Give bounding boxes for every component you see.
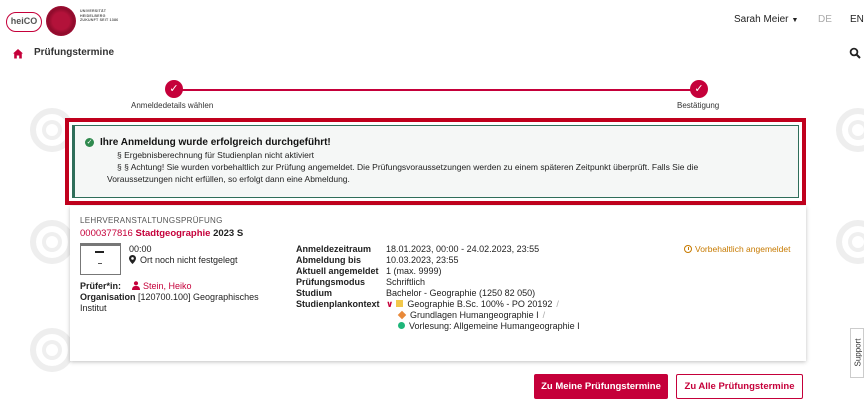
success-line-3: Voraussetzungen nicht erfüllen, so erfol…	[107, 174, 350, 184]
clock-icon	[684, 245, 692, 253]
organisation-value: [120700.100] Geographisches Institut	[80, 292, 259, 313]
detail-value: Bachelor - Geographie (1250 82 050)	[386, 288, 536, 298]
success-title: ✓ Ihre Anmeldung wurde erfolgreich durch…	[85, 137, 788, 148]
exam-number[interactable]: 0000377816	[80, 228, 133, 239]
exam-semester: 2023 S	[213, 228, 244, 239]
background-decoration	[836, 108, 864, 152]
university-wordmark: UNIVERSITÄT HEIDELBERG ZUKUNFT SEIT 1386	[80, 9, 119, 23]
detail-value: 10.03.2023, 23:55	[386, 255, 459, 265]
search-icon[interactable]	[849, 47, 861, 59]
calendar-dash	[95, 251, 104, 253]
my-exams-button[interactable]: Zu Meine Prüfungstermine	[534, 374, 668, 399]
context-separator: /	[556, 299, 559, 309]
exam-type: LEHRVERANSTALTUNGSPRÜFUNG	[80, 216, 223, 225]
examiner-link[interactable]: Stein, Heiko	[132, 281, 192, 291]
person-icon	[132, 281, 140, 290]
exam-time: 00:00	[129, 244, 152, 254]
context-item: Vorlesung: Allgemeine Humangeographie I	[398, 321, 580, 331]
all-exams-button[interactable]: Zu Alle Prüfungstermine	[676, 374, 803, 399]
exam-location: Ort noch nicht festgelegt	[129, 255, 238, 265]
exam-title: 0000377816 Stadtgeographie 2023 S	[80, 228, 243, 239]
support-tab[interactable]: Support	[850, 328, 864, 378]
language-de-link[interactable]: DE	[818, 14, 832, 25]
university-seal-logo[interactable]	[46, 6, 76, 36]
success-line-1: § Ergebnisberechnung für Studienplan nic…	[117, 150, 315, 160]
exam-location-text: Ort noch nicht festgelegt	[140, 255, 238, 265]
home-icon[interactable]	[12, 48, 24, 60]
detail-value: Schriftlich	[386, 277, 426, 287]
heico-logo[interactable]: heiCO	[6, 12, 42, 32]
step-2-check-icon: ✓	[690, 80, 708, 98]
detail-label: Studienplankontext	[296, 299, 380, 309]
check-circle-icon: ✓	[85, 138, 94, 147]
stepper-progress-line	[175, 89, 700, 91]
detail-label: Prüfungsmodus	[296, 277, 365, 287]
context-text: Geographie B.Sc. 100% - PO 20192	[407, 299, 553, 309]
background-decoration	[30, 220, 74, 264]
examiner-name: Stein, Heiko	[143, 281, 192, 291]
language-en-link[interactable]: EN	[850, 14, 864, 25]
detail-value: 1 (max. 9999)	[386, 266, 442, 276]
step-1-check-icon: ✓	[165, 80, 183, 98]
page-title: Prüfungstermine	[34, 47, 115, 58]
success-alert: ✓ Ihre Anmeldung wurde erfolgreich durch…	[72, 125, 799, 198]
sub-navigation: Prüfungstermine	[0, 44, 864, 64]
context-item: Grundlagen Humangeographie I /	[397, 310, 546, 320]
exam-card: LEHRVERANSTALTUNGSPRÜFUNG 0000377816 Sta…	[70, 206, 806, 361]
calendar-dash	[98, 263, 102, 264]
user-name: Sarah Meier	[734, 14, 789, 25]
chevron-down-icon[interactable]: ∨	[386, 299, 393, 309]
orange-diamond-icon	[397, 310, 407, 320]
context-text: Grundlagen Humangeographie I	[410, 310, 539, 320]
user-menu[interactable]: Sarah Meier ▼	[734, 14, 798, 25]
green-dot-icon	[398, 322, 405, 329]
context-item[interactable]: ∨ Geographie B.Sc. 100% - PO 20192/	[386, 299, 559, 310]
caret-down-icon: ▼	[791, 17, 799, 24]
detail-value: 18.01.2023, 00:00 - 24.02.2023, 23:55	[386, 244, 540, 254]
yellow-square-icon	[396, 300, 404, 307]
heico-logo-text: heiCO	[10, 16, 38, 26]
success-title-text: Ihre Anmeldung wurde erfolgreich durchge…	[100, 137, 331, 148]
detail-label: Aktuell angemeldet	[296, 266, 379, 276]
support-label: Support	[853, 338, 863, 367]
detail-label: Studium	[296, 288, 332, 298]
top-bar: heiCO UNIVERSITÄT HEIDELBERG ZUKUNFT SEI…	[0, 0, 864, 44]
calendar-date-icon	[80, 243, 121, 275]
success-highlight-frame: ✓ Ihre Anmeldung wurde erfolgreich durch…	[65, 118, 806, 205]
exam-name-link[interactable]: Stadtgeographie	[135, 228, 210, 239]
status-badge: Vorbehaltlich angemeldet	[684, 244, 790, 254]
step-1-label: Anmeldedetails wählen	[131, 101, 214, 110]
success-line-2: § § Achtung! Sie wurden vorbehaltlich zu…	[117, 162, 699, 172]
step-2-label: Bestätigung	[677, 101, 720, 110]
map-pin-icon	[129, 255, 136, 264]
status-text: Vorbehaltlich angemeldet	[695, 244, 791, 254]
background-decoration	[30, 328, 74, 372]
detail-label: Anmeldezeitraum	[296, 244, 372, 254]
context-text: Vorlesung: Allgemeine Humangeographie I	[409, 321, 580, 331]
examiner-label: Prüfer*in:	[80, 281, 122, 291]
context-separator: /	[542, 310, 546, 320]
detail-label: Abmeldung bis	[296, 255, 361, 265]
background-decoration	[836, 220, 864, 264]
